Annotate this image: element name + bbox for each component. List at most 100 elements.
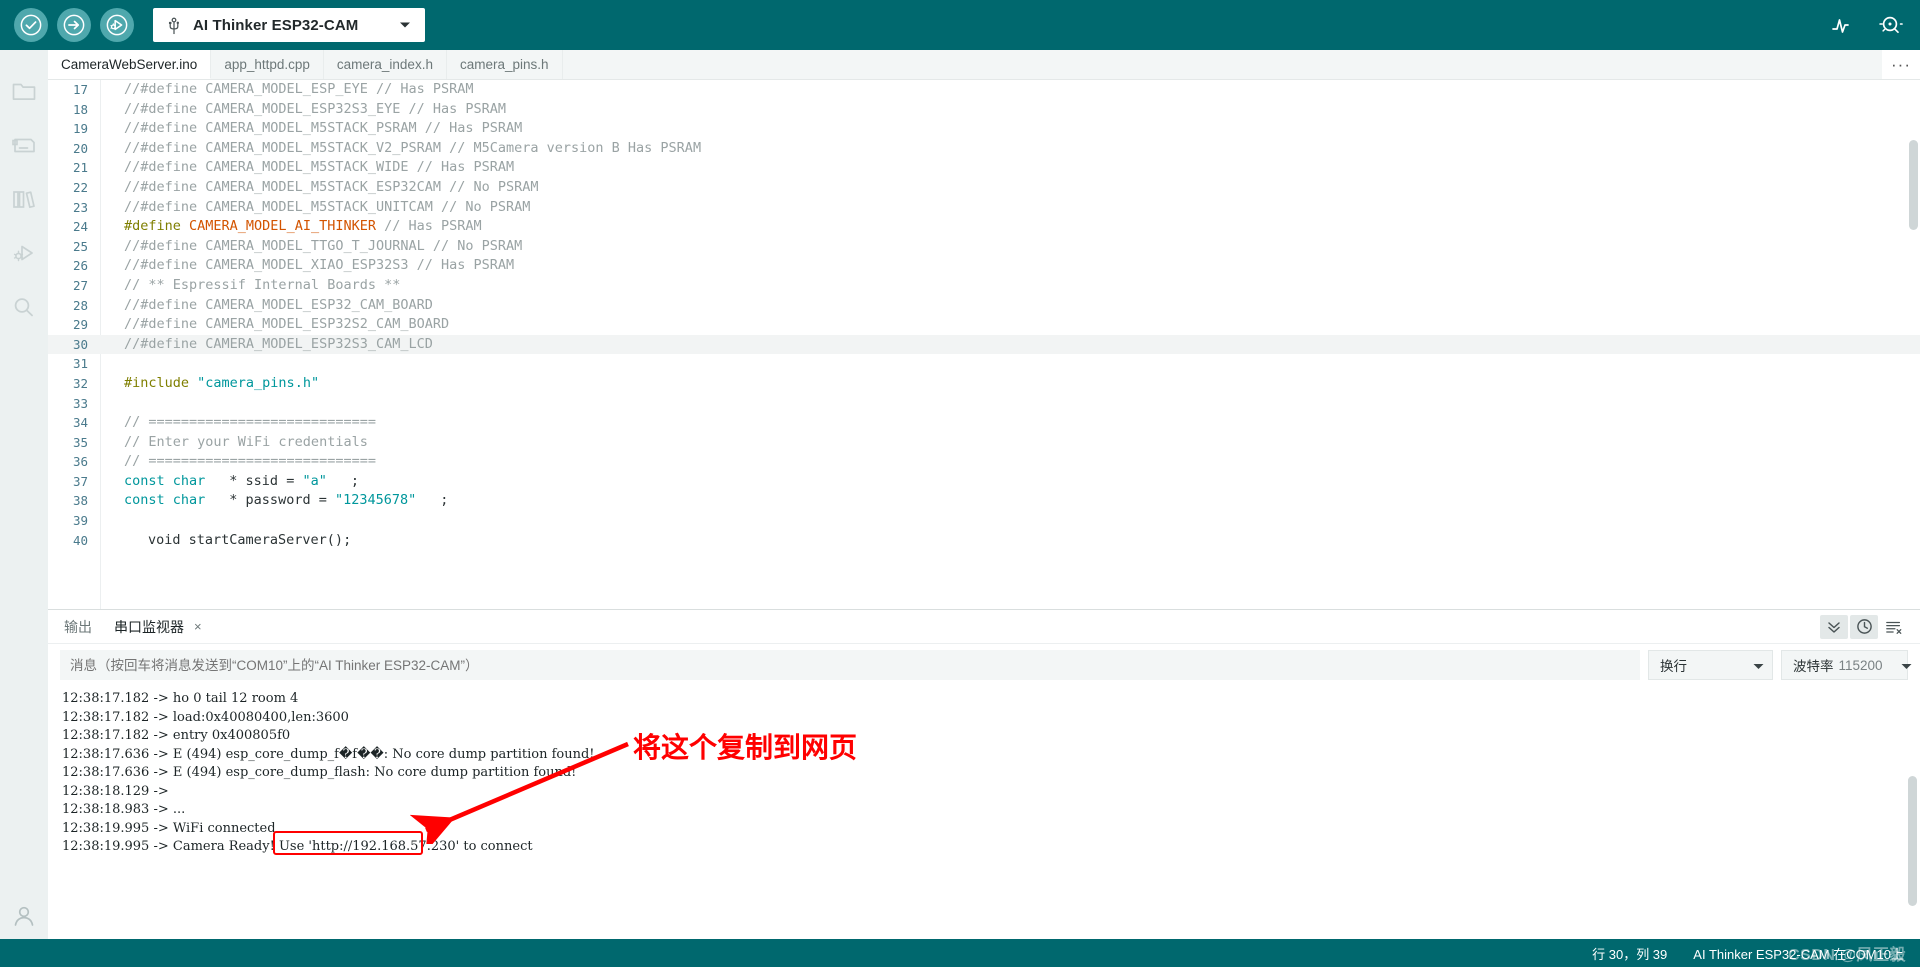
activity-sidebar xyxy=(0,50,48,939)
sidebar-item-account[interactable] xyxy=(0,903,48,929)
line-number: 24 xyxy=(72,219,88,235)
console-line: 12:38:19.995 -> Camera Ready! Use 'http:… xyxy=(62,839,533,854)
line-number: 22 xyxy=(72,179,88,195)
scroll-to-bottom-icon[interactable] xyxy=(1820,614,1848,639)
arduino-ide-window: AI Thinker ESP32-CAM CameraWebServer.ino… xyxy=(0,0,1920,967)
line-text: //#define CAMERA_MODEL_M5STACK_UNITCAM /… xyxy=(124,198,531,215)
serial-plotter-icon[interactable] xyxy=(1830,13,1856,37)
chevron-down-icon[interactable] xyxy=(399,16,411,34)
panel-tab-output[interactable]: 输出 xyxy=(64,617,92,637)
panel-tab-serial-monitor[interactable]: 串口监视器 × xyxy=(114,617,202,637)
line-number: 34 xyxy=(72,415,88,431)
console-line: 12:38:17.182 -> ho 0 tail 12 room 4 xyxy=(62,691,299,706)
code-line[interactable]: 28 //#define CAMERA_MODEL_ESP32_CAM_BOARD xyxy=(48,296,1920,316)
line-number: 32 xyxy=(72,375,88,391)
verify-button[interactable] xyxy=(14,8,48,42)
clear-output-icon[interactable] xyxy=(1880,615,1908,639)
board-name-label: AI Thinker ESP32-CAM xyxy=(193,16,359,34)
code-line[interactable]: 34 // ============================ xyxy=(48,413,1920,433)
code-lines-container[interactable]: 17 //#define CAMERA_MODEL_ESP_EYE // Has … xyxy=(48,80,1920,609)
line-text: //#define CAMERA_MODEL_XIAO_ESP32S3 // H… xyxy=(124,257,515,274)
check-icon xyxy=(20,14,42,36)
console-line: 12:38:17.636 -> E (494) esp_core_dump_f�… xyxy=(62,746,595,762)
board-selector[interactable]: AI Thinker ESP32-CAM xyxy=(153,8,425,42)
code-line[interactable]: 24 #define CAMERA_MODEL_AI_THINKER // Has… xyxy=(48,217,1920,237)
line-text: //#define CAMERA_MODEL_ESP32_CAM_BOARD xyxy=(124,296,433,313)
line-number: 21 xyxy=(72,160,88,176)
sidebar-item-search[interactable] xyxy=(0,280,48,334)
code-line[interactable]: 30 //#define CAMERA_MODEL_ESP32S3_CAM_LCD xyxy=(48,334,1920,355)
line-number: 18 xyxy=(72,101,88,117)
tab-label: camera_index.h xyxy=(336,57,433,72)
board-icon xyxy=(12,138,35,153)
sidebar-item-debug[interactable] xyxy=(0,226,48,280)
line-text: //#define CAMERA_MODEL_ESP32S3_EYE // Ha… xyxy=(124,100,507,117)
serial-send-row: 换行 波特率 115200 xyxy=(48,644,1920,686)
close-icon[interactable]: × xyxy=(194,619,202,634)
serial-monitor-icon[interactable] xyxy=(1876,13,1904,37)
code-line[interactable]: 19 //#define CAMERA_MODEL_M5STACK_PSRAM /… xyxy=(48,119,1920,139)
books-icon xyxy=(13,191,35,209)
serial-console-output[interactable]: 12:38:17.182 -> ho 0 tail 12 room 4 12:38… xyxy=(48,686,1920,939)
cursor-position-label: 行 30，列 39 xyxy=(1592,946,1668,962)
code-line[interactable]: 17 //#define CAMERA_MODEL_ESP_EYE // Has … xyxy=(48,80,1920,100)
tab-label: app_httpd.cpp xyxy=(224,57,310,72)
code-line[interactable]: 32 #include "camera_pins.h" xyxy=(48,374,1920,394)
code-line[interactable]: 23 //#define CAMERA_MODEL_M5STACK_UNITCAM… xyxy=(48,198,1920,218)
workspace: CameraWebServer.ino app_httpd.cpp camera… xyxy=(0,50,1920,939)
console-line: 12:38:17.636 -> E (494) esp_core_dump_fl… xyxy=(62,765,577,780)
code-line[interactable]: 26 //#define CAMERA_MODEL_XIAO_ESP32S3 //… xyxy=(48,256,1920,276)
tab-camera-pins-h[interactable]: camera_pins.h xyxy=(446,50,563,79)
code-line[interactable]: 22 //#define CAMERA_MODEL_M5STACK_ESP32CA… xyxy=(48,178,1920,198)
baud-rate-select[interactable]: 波特率 115200 xyxy=(1781,650,1912,680)
code-line[interactable]: 40 void startCameraServer(); xyxy=(48,531,1920,551)
bottom-panel: 输出 串口监视器 × 消息（按回车将消息发送到“COM10”上的“AI Thin… xyxy=(48,609,1920,939)
code-editor[interactable]: 17 //#define CAMERA_MODEL_ESP_EYE // Has … xyxy=(48,80,1920,609)
tab-CameraWebServer-ino[interactable]: CameraWebServer.ino xyxy=(48,50,212,79)
line-number: 36 xyxy=(72,454,88,470)
code-line[interactable]: 27 // ** Espressif Internal Boards ** xyxy=(48,276,1920,296)
editor-vertical-scrollbar[interactable] xyxy=(1909,140,1918,230)
line-number: 27 xyxy=(72,277,88,293)
code-line[interactable]: 20 //#define CAMERA_MODEL_M5STACK_V2_PSRA… xyxy=(48,139,1920,159)
code-line[interactable]: 37 const char * ssid = "a"; xyxy=(48,472,1920,492)
upload-button[interactable] xyxy=(57,8,91,42)
main-toolbar: AI Thinker ESP32-CAM xyxy=(0,0,1920,50)
code-line[interactable]: 38 const char * password = "12345678"; xyxy=(48,491,1920,511)
person-icon xyxy=(14,906,34,926)
line-text: //#define CAMERA_MODEL_TTGO_T_JOURNAL //… xyxy=(124,237,523,254)
tab-camera-index-h[interactable]: camera_index.h xyxy=(323,50,447,79)
code-line[interactable]: 36 // ============================ xyxy=(48,452,1920,472)
line-text: const char * password = "12345678"; xyxy=(124,492,449,509)
code-line[interactable]: 39 xyxy=(48,511,1920,531)
code-line[interactable]: 29 //#define CAMERA_MODEL_ESP32S2_CAM_BOA… xyxy=(48,315,1920,335)
line-number: 25 xyxy=(72,238,88,254)
chevron-down-icon xyxy=(1735,658,1764,673)
tab-overflow-menu-button[interactable]: ··· xyxy=(1882,50,1920,79)
code-line[interactable]: 33 xyxy=(48,394,1920,414)
code-line[interactable]: 18 //#define CAMERA_MODEL_ESP32S3_EYE // … xyxy=(48,100,1920,120)
sidebar-item-sketchbook[interactable] xyxy=(0,64,48,118)
line-number: 40 xyxy=(72,532,88,548)
line-text xyxy=(100,354,148,374)
code-line[interactable]: 31 xyxy=(48,354,1920,374)
code-line[interactable]: 21 //#define CAMERA_MODEL_M5STACK_WIDE //… xyxy=(48,158,1920,178)
line-ending-value: 换行 xyxy=(1660,659,1687,674)
editor-area: CameraWebServer.ino app_httpd.cpp camera… xyxy=(48,50,1920,939)
tab-app-httpd-cpp[interactable]: app_httpd.cpp xyxy=(211,50,324,79)
tab-bar-filler xyxy=(562,50,1882,79)
baud-rate-label: 波特率 xyxy=(1793,659,1834,674)
debug-icon xyxy=(13,245,33,262)
debug-button[interactable] xyxy=(100,8,134,42)
console-line: 12:38:18.983 -> ... xyxy=(62,802,186,817)
code-line[interactable]: 25 //#define CAMERA_MODEL_TTGO_T_JOURNAL … xyxy=(48,237,1920,257)
timestamp-icon[interactable] xyxy=(1850,614,1878,639)
sidebar-item-library-manager[interactable] xyxy=(0,172,48,226)
line-ending-select[interactable]: 换行 xyxy=(1648,650,1773,680)
serial-message-input[interactable] xyxy=(60,650,1640,680)
code-line[interactable]: 35 // Enter your WiFi credentials xyxy=(48,433,1920,453)
line-number: 31 xyxy=(72,356,88,372)
search-icon xyxy=(14,298,33,317)
console-vertical-scrollbar[interactable] xyxy=(1908,776,1917,906)
sidebar-item-boards-manager[interactable] xyxy=(0,118,48,172)
